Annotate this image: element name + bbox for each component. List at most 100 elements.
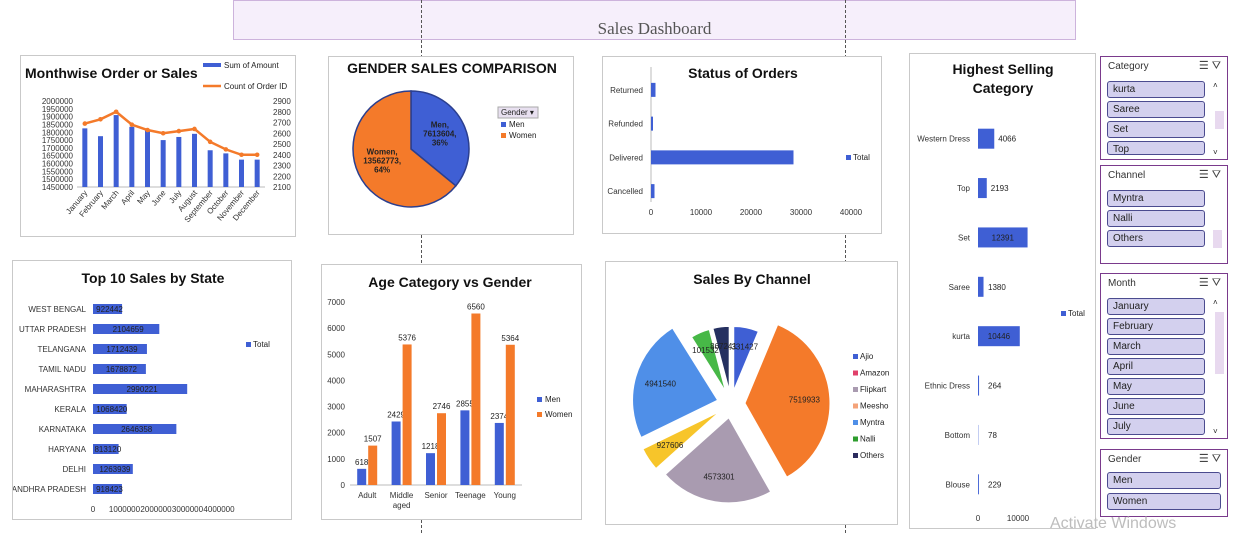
x-tick-label: 0: [91, 505, 96, 514]
slicer-item[interactable]: Top: [1107, 141, 1205, 155]
y-tick-label: TAMIL NADU: [38, 365, 86, 374]
x-tick-label: 3000000: [172, 505, 204, 514]
slice-label: 13562773,: [363, 157, 401, 166]
data-label: 5364: [501, 334, 519, 343]
legend-label: Count of Order ID: [224, 82, 287, 91]
slicer-item[interactable]: Nalli: [1107, 210, 1205, 227]
x-tick-label: June: [150, 188, 168, 207]
slicer-item[interactable]: January: [1107, 298, 1205, 315]
status-chart-panel: Status of Orders Returned Refunded Delivere…: [602, 56, 882, 234]
slicer-item[interactable]: kurta: [1107, 81, 1205, 98]
dashboard-title: Sales Dashboard: [597, 19, 712, 38]
legend-label: Total: [1068, 309, 1085, 318]
legend-swatch: [537, 412, 542, 417]
bar: [391, 421, 401, 485]
slicer-item[interactable]: Saree: [1107, 101, 1205, 118]
data-label: 1712439: [106, 345, 138, 354]
legend-swatch: [853, 436, 858, 442]
bar: [368, 445, 378, 485]
bar: [978, 178, 987, 199]
bar: [437, 413, 446, 485]
legend-label: Men: [509, 120, 525, 129]
legend-swatch: [537, 397, 542, 402]
slice-label: 7519933: [789, 396, 821, 405]
legend-label: Nalli: [860, 435, 876, 444]
bar: [505, 344, 515, 485]
clear-filter-icon[interactable]: ⛛: [1212, 60, 1221, 72]
slicer-month: Month ☰ ⛛ January February March April M…: [1100, 273, 1228, 439]
bar: [82, 128, 88, 187]
y-tick-label: Delivered: [609, 153, 643, 162]
data-label: 1380: [988, 283, 1006, 292]
data-label: 78: [988, 431, 997, 440]
scrollbar-thumb[interactable]: [1213, 230, 1222, 248]
scrollbar-thumb[interactable]: [1215, 111, 1224, 129]
legend-label: Sum of Amount: [224, 61, 279, 70]
multi-select-icon[interactable]: ☰: [1199, 169, 1209, 181]
legend-title: Gender ▾: [501, 108, 534, 117]
slice-label: 4573301: [703, 473, 735, 482]
chart-title: Highest Selling: [952, 61, 1053, 77]
legend-swatch: [1061, 311, 1066, 316]
legend-label: Myntra: [860, 418, 885, 427]
multi-select-icon[interactable]: ☰: [1199, 277, 1209, 289]
clear-filter-icon[interactable]: ⛛: [1212, 169, 1221, 181]
y-tick-label: 1000: [327, 455, 345, 464]
bar: [651, 82, 656, 97]
legend-label: Women: [545, 410, 572, 419]
slicer-item[interactable]: June: [1107, 398, 1205, 415]
x-tick-label: 30000: [790, 208, 813, 217]
watermark: Activate Windows: [1050, 515, 1177, 532]
slicer-item[interactable]: Set: [1107, 121, 1205, 138]
x-tick-label: Teenage: [455, 491, 486, 500]
multi-select-icon[interactable]: ☰: [1199, 453, 1209, 465]
clear-filter-icon[interactable]: ⛛: [1212, 453, 1221, 465]
legend-swatch: [501, 122, 506, 127]
slicer-item[interactable]: Others: [1107, 230, 1205, 247]
chart-title: Sales By Channel: [693, 271, 811, 287]
legend-label: Total: [253, 340, 270, 349]
multi-select-icon[interactable]: ☰: [1199, 60, 1209, 72]
scrollbar[interactable]: ˄ ˅: [1213, 298, 1224, 436]
y-tick-label: Returned: [610, 86, 643, 95]
bar: [978, 276, 984, 297]
y2-tick-label: 2400: [273, 151, 291, 160]
legend-label: Ajio: [860, 352, 874, 361]
data-label: 1263939: [99, 465, 131, 474]
y-tick-label: 0: [341, 481, 346, 490]
x-tick-label: 10000: [1007, 514, 1030, 523]
y-tick-label: TELANGANA: [38, 345, 87, 354]
y-tick-label: Bottom: [945, 431, 971, 440]
clear-filter-icon[interactable]: ⛛: [1212, 277, 1221, 289]
y-tick-label: 7000: [327, 298, 345, 307]
slicer-item[interactable]: May: [1107, 378, 1205, 395]
y-tick-label: 2000: [327, 429, 345, 438]
scrollbar[interactable]: ˄ ˅: [1213, 81, 1224, 157]
chart-title: Status of Orders: [688, 65, 798, 81]
scrollbar-thumb[interactable]: [1215, 312, 1224, 374]
x-tick-label: aged: [393, 501, 411, 510]
slicer-item[interactable]: July: [1107, 418, 1205, 435]
line-point: [145, 127, 150, 133]
y-tick-label: HARYANA: [48, 445, 87, 454]
slicer-item[interactable]: March: [1107, 338, 1205, 355]
line-point: [129, 122, 135, 127]
line-point: [160, 130, 166, 136]
slicer-item[interactable]: Men: [1107, 472, 1221, 489]
y-tick-label: Set: [958, 233, 971, 242]
legend-label: Amazon: [860, 369, 889, 378]
data-label: 2746: [433, 402, 451, 411]
data-label: 1507: [364, 435, 382, 444]
x-tick-label: March: [100, 189, 121, 212]
legend-swatch: [853, 403, 858, 409]
slicer-title: Month: [1108, 278, 1136, 289]
slicer-item[interactable]: Myntra: [1107, 190, 1205, 207]
slice-label: 867241: [710, 342, 737, 351]
slicer-item[interactable]: April: [1107, 358, 1205, 375]
bar: [207, 150, 213, 187]
data-label: 2193: [991, 184, 1009, 193]
y-tick-label: MAHARASHTRA: [25, 385, 87, 394]
x-tick-label: 1000000: [109, 505, 141, 514]
slicer-item[interactable]: February: [1107, 318, 1205, 335]
slicer-item[interactable]: Women: [1107, 493, 1221, 510]
